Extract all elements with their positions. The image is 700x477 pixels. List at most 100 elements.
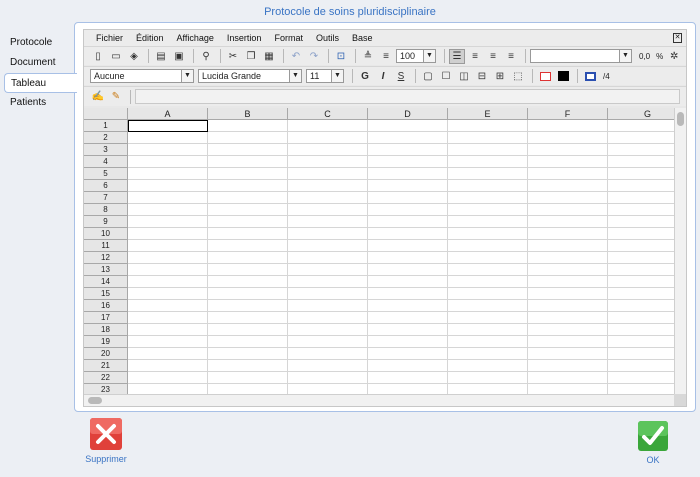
column-header[interactable]: F	[528, 108, 608, 120]
cell[interactable]	[208, 300, 288, 312]
cell[interactable]	[208, 156, 288, 168]
cell[interactable]	[448, 300, 528, 312]
selected-cell[interactable]	[128, 120, 208, 132]
print-icon[interactable]: ▣	[171, 49, 187, 64]
cell[interactable]	[128, 288, 208, 300]
text-color-icon[interactable]	[582, 69, 598, 84]
font-family-select[interactable]: Lucida Grande ▼	[198, 69, 302, 83]
cell[interactable]	[288, 312, 368, 324]
cell[interactable]	[448, 276, 528, 288]
cell[interactable]	[128, 264, 208, 276]
background-color-icon[interactable]	[537, 69, 553, 84]
align-center-icon[interactable]: ≡	[467, 49, 483, 64]
row-header[interactable]: 20	[84, 348, 128, 360]
border-outer-icon[interactable]: ☐	[438, 69, 454, 84]
zoom-select[interactable]: 100 ▼	[396, 49, 436, 63]
cell[interactable]	[448, 132, 528, 144]
cell[interactable]	[448, 168, 528, 180]
cell[interactable]	[288, 264, 368, 276]
cell[interactable]	[608, 264, 676, 276]
paste-icon[interactable]: ▦	[261, 49, 277, 64]
cell[interactable]	[288, 120, 368, 132]
cell[interactable]	[608, 300, 676, 312]
cell[interactable]	[128, 216, 208, 228]
cell[interactable]	[208, 192, 288, 204]
cell[interactable]	[608, 192, 676, 204]
row-header[interactable]: 21	[84, 360, 128, 372]
edit-formula-icon[interactable]: ✎	[108, 89, 124, 104]
cell[interactable]	[448, 192, 528, 204]
cell[interactable]	[448, 228, 528, 240]
cell[interactable]	[608, 312, 676, 324]
cell[interactable]	[528, 156, 608, 168]
cell[interactable]	[368, 360, 448, 372]
cell[interactable]	[288, 156, 368, 168]
cell[interactable]	[608, 360, 676, 372]
cell[interactable]	[288, 168, 368, 180]
cell[interactable]	[128, 240, 208, 252]
border-all-icon[interactable]: ⊞	[492, 69, 508, 84]
cell[interactable]	[208, 252, 288, 264]
cell[interactable]	[608, 120, 676, 132]
cell[interactable]	[288, 240, 368, 252]
cell[interactable]	[448, 264, 528, 276]
row-header[interactable]: 22	[84, 372, 128, 384]
cell[interactable]	[128, 312, 208, 324]
cell[interactable]	[368, 216, 448, 228]
sidebar-item-protocole[interactable]: Protocole	[0, 33, 76, 53]
cell[interactable]	[368, 252, 448, 264]
align-justify-icon[interactable]: ≡	[485, 49, 501, 64]
border-dotted-icon[interactable]: ⬚	[510, 69, 526, 84]
cell[interactable]	[608, 324, 676, 336]
cell[interactable]	[528, 336, 608, 348]
cell[interactable]	[368, 372, 448, 384]
cell[interactable]	[288, 252, 368, 264]
cell[interactable]	[128, 276, 208, 288]
cell[interactable]	[608, 336, 676, 348]
align-right-icon[interactable]: ≡	[503, 49, 519, 64]
cell[interactable]	[288, 384, 368, 394]
cell[interactable]	[528, 252, 608, 264]
menu-insertion[interactable]: Insertion	[227, 33, 262, 43]
cell[interactable]	[368, 384, 448, 394]
cell[interactable]	[128, 348, 208, 360]
cell[interactable]	[448, 348, 528, 360]
border-vertical-icon[interactable]: ◫	[456, 69, 472, 84]
cell[interactable]	[208, 372, 288, 384]
cell[interactable]	[608, 276, 676, 288]
redo-icon[interactable]: ↷	[306, 49, 322, 64]
row-header[interactable]: 16	[84, 300, 128, 312]
percent-format-button[interactable]: %	[656, 52, 663, 61]
border-horizontal-icon[interactable]: ⊟	[474, 69, 490, 84]
cell[interactable]	[128, 300, 208, 312]
cell[interactable]	[608, 144, 676, 156]
cell[interactable]	[528, 228, 608, 240]
cell[interactable]	[368, 348, 448, 360]
cell[interactable]	[208, 348, 288, 360]
cell[interactable]	[368, 228, 448, 240]
cell[interactable]	[288, 216, 368, 228]
menu-format[interactable]: Format	[274, 33, 303, 43]
cell[interactable]	[208, 360, 288, 372]
align-left-icon[interactable]: ☰	[449, 48, 465, 64]
cell[interactable]	[288, 192, 368, 204]
export-pdf-icon[interactable]: ▤	[153, 49, 169, 64]
cell[interactable]	[448, 252, 528, 264]
cell-style-select[interactable]: Aucune ▼	[90, 69, 194, 83]
decimal-format-button[interactable]: 0,0	[639, 52, 650, 61]
cell[interactable]	[288, 360, 368, 372]
cell[interactable]	[368, 324, 448, 336]
cell[interactable]	[608, 372, 676, 384]
column-header[interactable]: D	[368, 108, 448, 120]
menu-fichier[interactable]: Fichier	[96, 33, 123, 43]
cut-icon[interactable]: ✂	[225, 49, 241, 64]
cell[interactable]	[208, 204, 288, 216]
cell[interactable]	[448, 312, 528, 324]
undo-icon[interactable]: ↶	[288, 49, 304, 64]
cell[interactable]	[608, 132, 676, 144]
cell[interactable]	[608, 228, 676, 240]
settings-cog-icon[interactable]: ✲	[666, 49, 682, 64]
cell[interactable]	[208, 276, 288, 288]
delete-button[interactable]: Supprimer	[80, 418, 132, 464]
cell[interactable]	[608, 288, 676, 300]
